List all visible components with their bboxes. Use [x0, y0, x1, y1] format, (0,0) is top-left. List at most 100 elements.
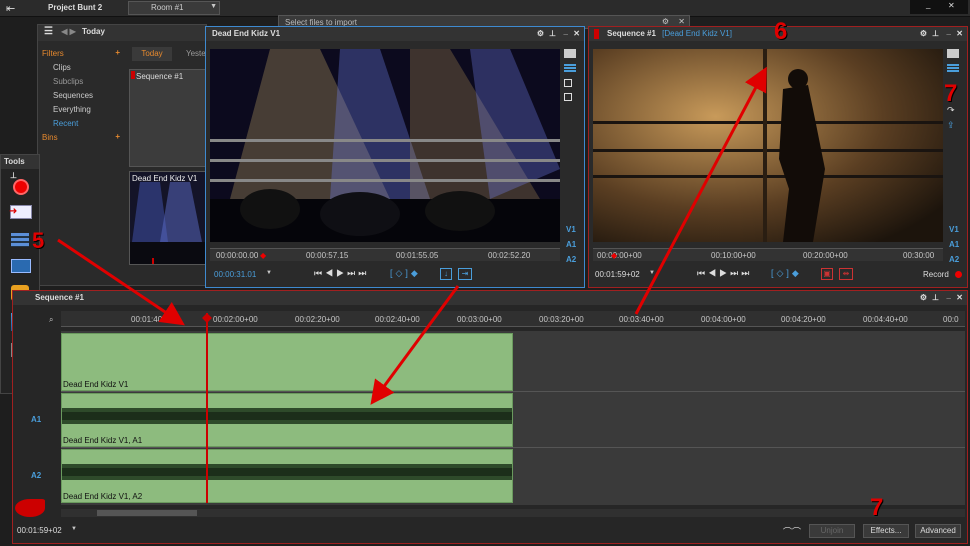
pin-icon[interactable]: ⊥ [932, 27, 939, 41]
zoom-icon[interactable]: ⌕ [49, 315, 53, 325]
link-icon[interactable]: ⌒⌒ [783, 525, 801, 538]
filter-item-everything[interactable]: Everything [53, 105, 91, 114]
record-current-timecode[interactable]: 00:01:59+02 [595, 270, 640, 279]
audio-clip-a1[interactable]: Dead End Kidz V1, A1 [61, 393, 513, 447]
ruler-label: 00:02:52.20 [488, 251, 531, 260]
close-icon[interactable]: ✕ [956, 291, 963, 305]
import-tool-icon[interactable]: ➜ [9, 205, 32, 219]
audio-waveform [62, 464, 512, 480]
ruler-label: 00:00:57.15 [306, 251, 349, 260]
record-track-a1[interactable]: A1 [949, 240, 959, 249]
record-label[interactable]: Record [923, 270, 949, 279]
extract-icon[interactable]: ⇹ [839, 268, 853, 280]
advanced-button[interactable]: Advanced [915, 524, 961, 538]
chevron-down-icon[interactable]: ▼ [71, 526, 77, 532]
lift-icon[interactable]: ▣ [821, 268, 833, 280]
record-video-frame [593, 49, 943, 242]
record-track-v1[interactable]: V1 [949, 225, 959, 234]
video-clip[interactable]: Dead End Kidz V1 [61, 333, 513, 391]
source-current-timecode[interactable]: 00:00:31.01 [214, 270, 256, 279]
mark-in-out-icons[interactable]: [◇]◆ [390, 268, 421, 279]
ruler-label: 00:0 [943, 315, 959, 324]
clip-tile-sequence[interactable]: Sequence #1 [129, 69, 207, 167]
filters-header[interactable]: Filters + [42, 48, 120, 58]
scrollbar-thumb[interactable] [97, 510, 197, 516]
add-bin-icon[interactable]: + [115, 132, 120, 141]
mark-in-out-icons[interactable]: [◇]◆ [771, 268, 802, 279]
pin-icon[interactable]: ⊥ [10, 171, 17, 180]
source-titlebar: Dead End Kidz V1 ⚙ ⊥ _ ✕ [206, 27, 584, 41]
source-track-a1[interactable]: A1 [566, 240, 576, 249]
filter-item-recent[interactable]: Recent [53, 119, 78, 128]
insert-icon[interactable]: ↓ [440, 268, 452, 280]
timeline-current-timecode[interactable]: 00:01:59+02 [17, 526, 62, 535]
effects-button[interactable]: Effects... [863, 524, 909, 538]
minimize-icon[interactable]: _ [947, 25, 951, 39]
playhead-marker: ◆ [611, 251, 618, 260]
grid-tool-icon[interactable] [11, 259, 31, 273]
list-icon[interactable] [947, 64, 959, 73]
playhead[interactable] [206, 313, 208, 503]
gear-icon[interactable]: ⚙ [662, 17, 669, 26]
filter-item-sequences[interactable]: Sequences [53, 91, 93, 100]
gear-icon[interactable]: ⚙ [537, 27, 544, 41]
project-titlebar: ☰ ◀ ▶ Today [38, 25, 206, 41]
close-icon[interactable]: ✕ [573, 27, 580, 41]
record-dot-icon[interactable] [955, 271, 962, 278]
track-separator [61, 447, 965, 448]
transport-controls-icon[interactable]: ⏮◀▶⏭⏭ [697, 268, 752, 279]
ruler-label: 00:02:20+00 [295, 315, 340, 324]
chevron-down-icon[interactable]: ▼ [649, 270, 655, 276]
gear-icon[interactable]: ⚙ [920, 27, 927, 41]
back-icon[interactable]: ◀ [61, 27, 67, 36]
pin-icon[interactable]: ⊥ [549, 27, 556, 41]
tab-today[interactable]: Today [132, 47, 172, 61]
minimize-icon[interactable]: _ [926, 0, 930, 9]
room-selector[interactable]: Room #1 ▼ [128, 1, 220, 15]
forward-icon[interactable]: ▶ [70, 27, 76, 36]
record-ruler[interactable]: 00:00:00+00 ◆ 00:10:00+00 00:20:00+00 00… [593, 248, 943, 261]
tab-yesterday[interactable]: Yeste [186, 49, 206, 58]
close-icon[interactable]: ✕ [948, 1, 955, 10]
bins-header[interactable]: Bins + [42, 132, 120, 142]
window-controls: _ ✕ [910, 0, 968, 14]
record-tool-icon[interactable] [13, 179, 29, 195]
close-icon[interactable]: ✕ [956, 27, 963, 41]
timeline-tool-icon[interactable] [11, 233, 29, 247]
filter-item-clips[interactable]: Clips [53, 63, 71, 72]
clip-tile-label: Sequence #1 [136, 72, 184, 81]
track-label-a2[interactable]: A2 [31, 471, 41, 480]
exit-icon[interactable]: ⇤ [6, 2, 15, 15]
timeline-ruler[interactable]: 00:01:40+00 00:02:00+00 00:02:20+00 00:0… [61, 311, 965, 327]
source-track-a2[interactable]: A2 [566, 255, 576, 264]
folder-icon[interactable] [947, 49, 959, 58]
source-track-v1[interactable]: V1 [566, 225, 576, 234]
unjoin-button[interactable]: Unjoin [809, 524, 855, 538]
timeline-title: Sequence #1 [35, 293, 84, 302]
filter-item-subclips[interactable]: Subclips [53, 77, 83, 86]
chevron-down-icon[interactable]: ▼ [266, 270, 272, 276]
timeline-scrollbar[interactable] [61, 509, 965, 517]
ruler-label: 00:02:40+00 [375, 315, 420, 324]
ruler-label: 00:04:40+00 [863, 315, 908, 324]
upload-icon[interactable]: ⇪ [947, 120, 963, 131]
clip-tile-dead-end-kidz[interactable]: Dead End Kidz V1 [129, 171, 207, 265]
track-label-a1[interactable]: A1 [31, 415, 41, 424]
list-icon[interactable] [564, 64, 576, 73]
hamburger-icon[interactable]: ☰ [44, 26, 53, 37]
close-icon[interactable]: ✕ [678, 17, 685, 26]
folder-icon[interactable] [564, 49, 576, 58]
window-icon[interactable] [564, 79, 572, 87]
playhead-marker [152, 258, 154, 264]
gear-icon[interactable]: ⚙ [920, 291, 927, 305]
overwrite-icon[interactable]: ⇥ [458, 268, 472, 280]
audio-clip-a2[interactable]: Dead End Kidz V1, A2 [61, 449, 513, 503]
transport-controls-icon[interactable]: ⏮◀▶⏭⏭ [314, 268, 369, 279]
minimize-icon[interactable]: _ [564, 25, 568, 39]
minimize-icon[interactable]: _ [947, 289, 951, 303]
add-filter-icon[interactable]: + [115, 48, 120, 57]
source-ruler[interactable]: 00:00:00.00 ◆ 00:00:57.15 00:01:55.05 00… [210, 248, 560, 261]
record-track-a2[interactable]: A2 [949, 255, 959, 264]
window-icon[interactable] [564, 93, 572, 101]
pin-icon[interactable]: ⊥ [932, 291, 939, 305]
